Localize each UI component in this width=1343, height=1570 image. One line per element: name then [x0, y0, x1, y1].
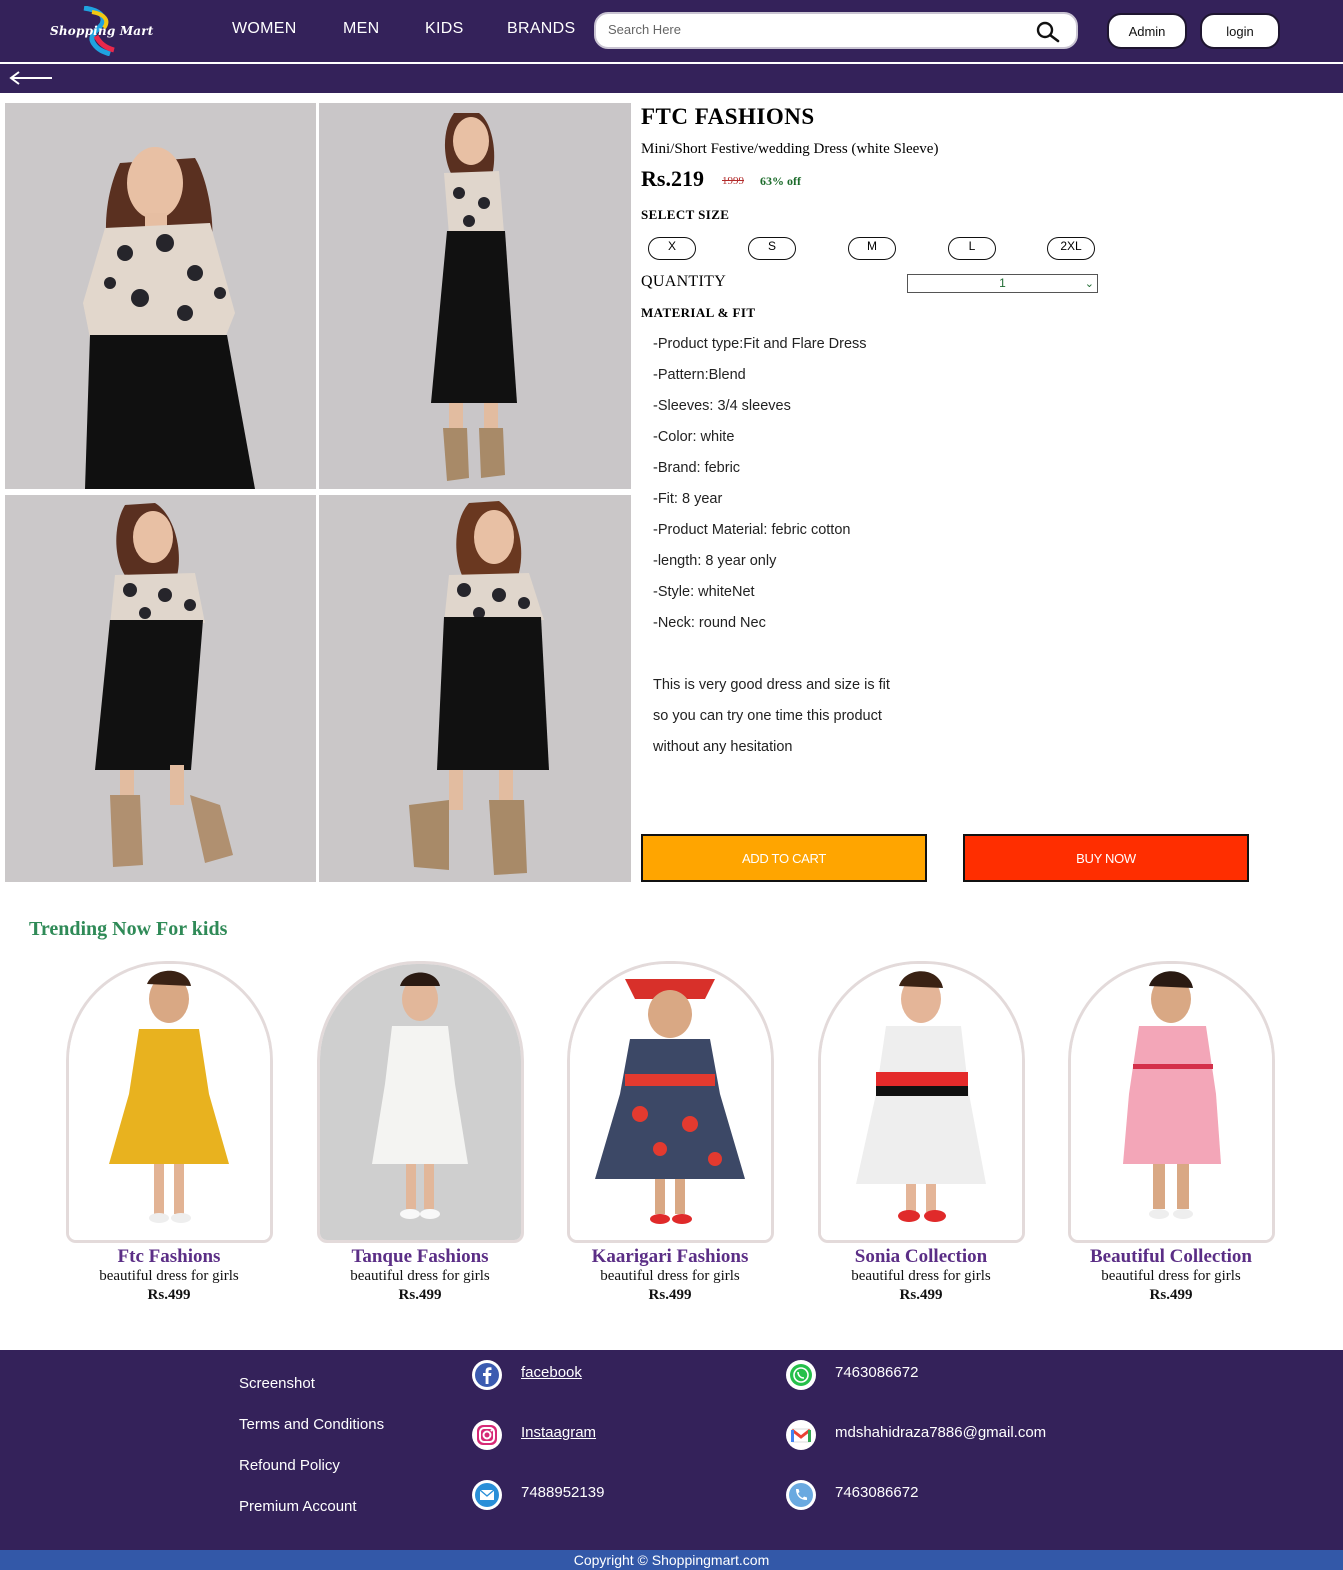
description-line: so you can try one time this product [653, 708, 882, 724]
search-input[interactable] [608, 22, 1008, 37]
size-option-l[interactable]: L [948, 237, 996, 260]
trending-card-price: Rs.499 [147, 1287, 191, 1303]
spec-item: -Fit: 8 year [653, 491, 723, 507]
product-price: Rs.219 [641, 166, 704, 191]
phone-number[interactable]: 7463086672 [835, 1484, 918, 1501]
description-line: This is very good dress and size is fit [653, 677, 890, 693]
size-option-s[interactable]: S [748, 237, 796, 260]
description-line: without any hesitation [653, 739, 793, 755]
back-arrow-icon[interactable] [8, 70, 54, 86]
spec-item: -Brand: febric [653, 460, 741, 476]
footer-link-premium[interactable]: Premium Account [239, 1498, 357, 1515]
nav-men[interactable]: MEN [343, 20, 379, 38]
select-size-label: SELECT SIZE [641, 207, 730, 222]
trending-card-price: Rs.499 [648, 1287, 692, 1303]
nav-kids[interactable]: KIDS [425, 20, 464, 38]
footer-link-terms[interactable]: Terms and Conditions [239, 1416, 384, 1433]
trending-card-price: Rs.499 [899, 1287, 943, 1303]
phone-icon[interactable] [785, 1479, 817, 1511]
trending-card-image[interactable] [1068, 961, 1275, 1243]
trending-card-name[interactable]: Kaarigari Fashions [545, 1246, 795, 1268]
spec-item: -Product type:Fit and Flare Dress [653, 336, 867, 352]
spec-item: -length: 8 year only [653, 553, 777, 569]
logo-text: Shopping Mart [50, 24, 154, 38]
trending-card-desc: beautiful dress for girls [99, 1268, 239, 1284]
whatsapp-number[interactable]: 7463086672 [835, 1364, 918, 1381]
product-name: Mini/Short Festive/wedding Dress (white … [641, 141, 939, 157]
whatsapp-icon[interactable] [785, 1359, 817, 1391]
trending-card-desc: beautiful dress for girls [350, 1268, 490, 1284]
trending-card-name[interactable]: Beautiful Collection [1046, 1246, 1296, 1268]
product-mrp: 1999 [722, 175, 744, 187]
trending-card-name[interactable]: Tanque Fashions [295, 1246, 545, 1268]
facebook-icon[interactable] [471, 1359, 503, 1391]
gmail-icon[interactable] [785, 1419, 817, 1451]
product-discount: 63% off [760, 174, 801, 188]
size-option-x[interactable]: X [648, 237, 696, 260]
chevron-down-icon: ⌄ [1084, 278, 1094, 290]
sub-navbar [0, 62, 1343, 93]
quantity-select[interactable]: 1 ⌄ [907, 274, 1098, 293]
search-icon[interactable] [1036, 21, 1060, 43]
footer-link-refund[interactable]: Refound Policy [239, 1457, 340, 1474]
instagram-icon[interactable] [471, 1419, 503, 1451]
product-image-2[interactable] [319, 103, 631, 489]
shopping-mart-logo[interactable]: Shopping Mart [44, 5, 174, 57]
spec-item: -Pattern:Blend [653, 367, 746, 383]
trending-card-desc: beautiful dress for girls [851, 1268, 991, 1284]
trending-card-image[interactable] [567, 961, 774, 1243]
quantity-value: 1 [999, 276, 1006, 290]
trending-card-image[interactable] [818, 961, 1025, 1243]
spec-item: -Style: whiteNet [653, 584, 755, 600]
trending-card-desc: beautiful dress for girls [600, 1268, 740, 1284]
footer-link-screenshot[interactable]: Screenshot [239, 1375, 315, 1392]
trending-card-desc: beautiful dress for girls [1101, 1268, 1241, 1284]
product-brand: FTC FASHIONS [641, 104, 815, 129]
mail-icon[interactable] [471, 1479, 503, 1511]
spec-item: -Product Material: febric cotton [653, 522, 851, 538]
spec-item: -Neck: round Nec [653, 615, 766, 631]
admin-button[interactable]: Admin [1107, 13, 1187, 49]
product-image-3[interactable] [5, 495, 316, 882]
mail-number[interactable]: 7488952139 [521, 1484, 604, 1501]
spec-item: -Sleeves: 3/4 sleeves [653, 398, 791, 414]
trending-title: Trending Now For kids [29, 918, 228, 940]
login-button[interactable]: login [1200, 13, 1280, 49]
spec-item: -Color: white [653, 429, 735, 445]
size-option-m[interactable]: M [848, 237, 896, 260]
trending-card-image[interactable] [317, 961, 524, 1243]
product-image-4[interactable] [319, 495, 631, 882]
instagram-link[interactable]: Instaagram [521, 1424, 596, 1441]
gmail-address[interactable]: mdshahidraza7886@gmail.com [835, 1424, 1046, 1441]
size-option-2xl[interactable]: 2XL [1047, 237, 1095, 260]
footer: Screenshot Terms and Conditions Refound … [0, 1350, 1343, 1550]
quantity-label: QUANTITY [641, 273, 727, 290]
facebook-link[interactable]: facebook [521, 1364, 582, 1381]
search-bar [594, 12, 1078, 49]
material-fit-label: MATERIAL & FIT [641, 305, 756, 320]
copyright-bar: Copyright © Shoppingmart.com [0, 1550, 1343, 1570]
nav-women[interactable]: WOMEN [232, 20, 297, 38]
product-image-1[interactable] [5, 103, 316, 489]
trending-card-price: Rs.499 [398, 1287, 442, 1303]
trending-card-price: Rs.499 [1149, 1287, 1193, 1303]
trending-card-image[interactable] [66, 961, 273, 1243]
top-navbar: Shopping Mart WOMEN MEN KIDS BRANDS Admi… [0, 0, 1343, 62]
nav-brands[interactable]: BRANDS [507, 20, 575, 38]
trending-card-name[interactable]: Ftc Fashions [44, 1246, 294, 1268]
trending-card-name[interactable]: Sonia Collection [796, 1246, 1046, 1268]
buy-now-button[interactable]: BUY NOW [963, 834, 1249, 882]
add-to-cart-button[interactable]: ADD TO CART [641, 834, 927, 882]
